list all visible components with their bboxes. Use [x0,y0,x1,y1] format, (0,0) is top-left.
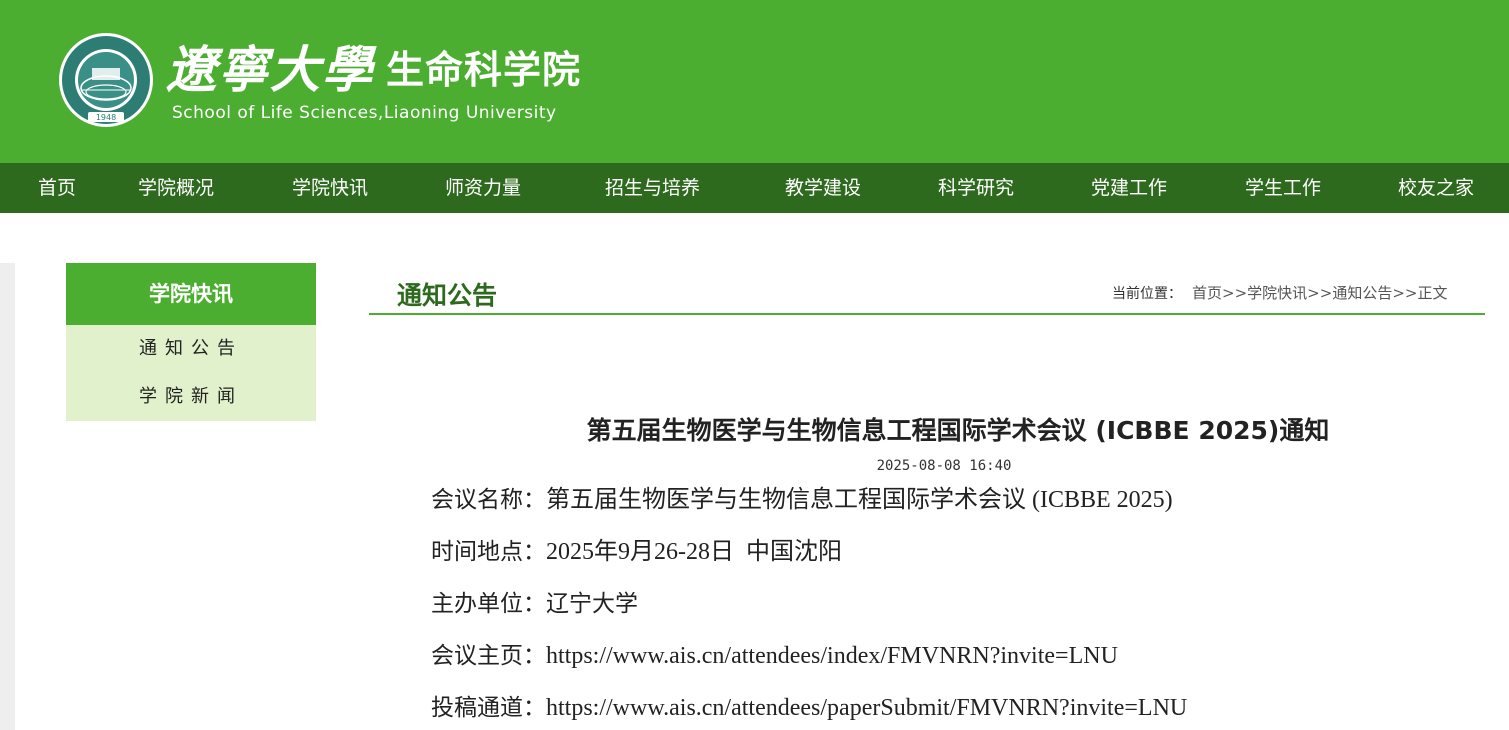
nav-item-faculty[interactable]: 师资力量 [445,163,521,213]
sidebar-item-notices[interactable]: 通知公告 [66,325,316,373]
university-seal-icon[interactable]: 1948 [58,32,154,128]
submission-link[interactable]: https://www.ais.cn/attendees/paperSubmit… [546,695,1187,721]
university-name: 遼寧大學 [166,40,374,99]
article-date: 2025-08-08 16:40 [876,458,1012,474]
svg-text:1948: 1948 [96,113,116,122]
breadcrumb-label: 当前位置： [1112,286,1182,302]
nav-item-students[interactable]: 学生工作 [1245,163,1321,213]
homepage-link[interactable]: https://www.ais.cn/attendees/index/FMVNR… [546,643,1118,669]
nav-item-party[interactable]: 党建工作 [1091,163,1167,213]
breadcrumb-separator: >> [1222,284,1248,302]
nav-item-home[interactable]: 首页 [38,163,76,213]
nav-item-alumni[interactable]: 校友之家 [1398,163,1474,213]
site-header: 1948 遼寧大學 生命科学院 School of Life Sciences,… [0,0,1509,163]
nav-item-teaching[interactable]: 教学建设 [785,163,861,213]
main-nav: 首页 学院概况 学院快讯 师资力量 招生与培养 教学建设 科学研究 党建工作 学… [0,163,1509,213]
info-label: 时间地点： [431,539,546,565]
school-name: 生命科学院 [386,48,582,92]
breadcrumb-separator: >> [1392,284,1418,302]
info-value: 第五届生物医学与生物信息工程国际学术会议 (ICBBE 2025) [546,487,1173,513]
site-title[interactable]: 遼寧大學 生命科学院 [166,38,581,102]
info-label: 会议主页： [431,643,546,669]
info-row-submission: 投稿通道：https://www.ais.cn/attendees/paperS… [431,688,1187,728]
nav-item-research[interactable]: 科学研究 [938,163,1014,213]
nav-item-news[interactable]: 学院快讯 [292,163,368,213]
info-row-conference-name: 会议名称：第五届生物医学与生物信息工程国际学术会议 (ICBBE 2025) [431,480,1173,520]
info-label: 投稿通道： [431,695,546,721]
info-row-organizer: 主办单位：辽宁大学 [431,584,638,624]
sidebar-title: 学院快讯 [66,263,316,325]
nav-item-overview[interactable]: 学院概况 [138,163,214,213]
info-value: 辽宁大学 [546,591,638,617]
breadcrumb-news[interactable]: 学院快讯 [1247,284,1307,302]
sidebar-item-news[interactable]: 学院新闻 [66,373,316,421]
breadcrumb-home[interactable]: 首页 [1192,284,1222,302]
nav-item-admissions[interactable]: 招生与培养 [605,163,700,213]
breadcrumb: 当前位置： 首页>>学院快讯>>通知公告>>正文 [1112,282,1447,304]
sidebar-list: 通知公告 学院新闻 [66,325,316,421]
breadcrumb-notices[interactable]: 通知公告 [1332,284,1392,302]
info-label: 会议名称： [431,487,546,513]
breadcrumb-separator: >> [1307,284,1333,302]
left-edge-strip [0,263,15,730]
section-title: 通知公告 [397,281,498,310]
info-row-time-place: 时间地点：2025年9月26-28日 中国沈阳 [431,532,842,572]
info-row-homepage: 会议主页：https://www.ais.cn/attendees/index/… [431,636,1118,676]
school-name-english: School of Life Sciences,Liaoning Univers… [172,103,557,123]
info-label: 主办单位： [431,591,546,617]
info-value: 2025年9月26-28日 中国沈阳 [546,539,842,565]
article-title: 第五届生物医学与生物信息工程国际学术会议 (ICBBE 2025)通知 [586,416,1330,445]
breadcrumb-current: 正文 [1417,284,1448,302]
section-divider [369,313,1485,315]
